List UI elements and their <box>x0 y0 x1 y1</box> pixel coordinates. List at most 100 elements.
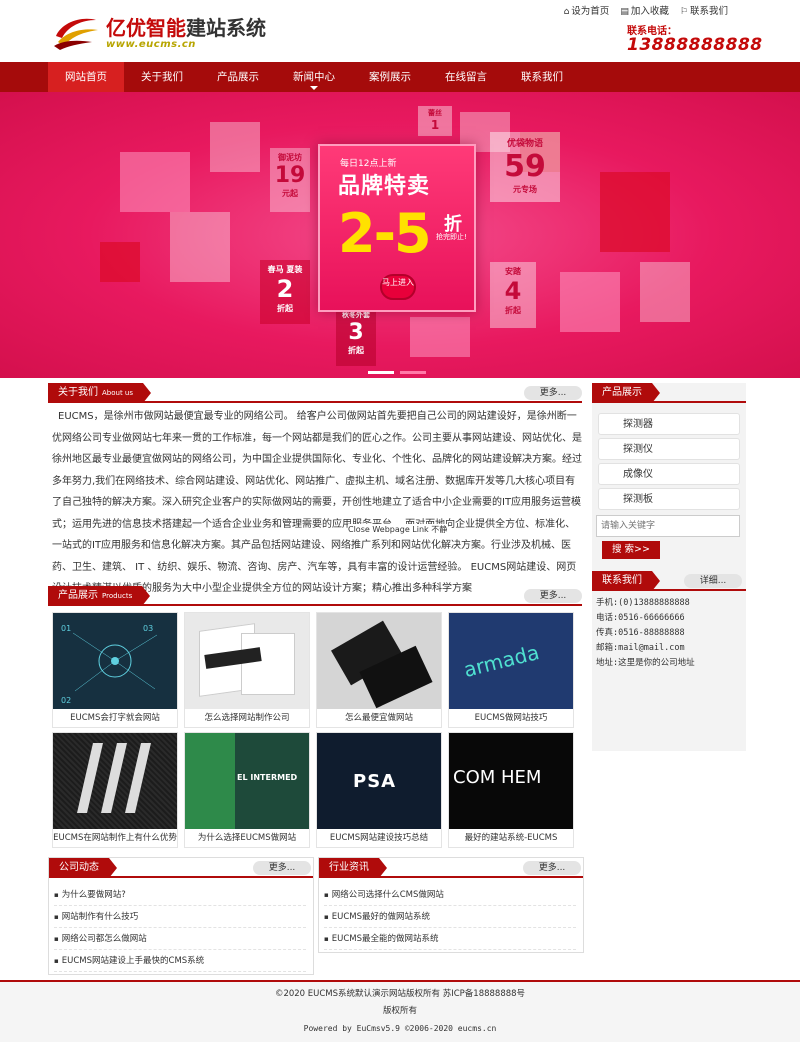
product-image: 01 03 02 <box>53 613 177 709</box>
overlay-tooltip: Close Webpage Link 不静 <box>348 524 448 535</box>
product-caption: 怎么选择网站制作公司 <box>204 713 290 723</box>
product-card[interactable]: 怎么最便宜做网站 <box>316 612 442 728</box>
banner-dot[interactable] <box>368 371 394 374</box>
product-caption: EUCMS网站建设技巧总结 <box>329 833 429 843</box>
logo-title: 亿优智能建站系统 <box>106 16 266 40</box>
about-section-title: 关于我们 About us <box>48 383 152 403</box>
logo-swirl-icon <box>54 18 98 50</box>
news-item[interactable]: 网络公司都怎么做网站 <box>54 928 306 950</box>
news-item[interactable]: 为什么要做网站? <box>54 884 306 906</box>
nav-item-message[interactable]: 在线留言 <box>428 62 504 92</box>
contact-phone: 电话:0516-66666666 <box>596 613 685 623</box>
banner-tile <box>600 172 670 252</box>
product-card[interactable]: PSA EUCMS网站建设技巧总结 <box>316 732 442 848</box>
industry-news-more-button[interactable]: 更多... <box>523 861 581 875</box>
news-item[interactable]: 网络公司选择什么CMS做网站 <box>324 884 576 906</box>
category-item[interactable]: 成像仪 <box>598 463 740 485</box>
product-image: PSA <box>317 733 441 829</box>
sidebar-contact-title: 联系我们 <box>592 571 660 591</box>
news-item[interactable]: 网站制作有什么技巧 <box>54 906 306 928</box>
banner-tile <box>560 272 620 332</box>
product-card[interactable]: 01 03 02 EUCMS会打字就会网站 <box>52 612 178 728</box>
banner-dot[interactable] <box>400 371 426 374</box>
sidebar: 产品展示 探测器 探测仪 成像仪 探测板 搜 索>> 联系我们 详细... 手机… <box>592 383 746 751</box>
set-homepage-link[interactable]: ⌂ 设为首页 <box>564 6 610 17</box>
search-input[interactable] <box>596 515 740 537</box>
site-footer: ©2020 EUCMS系统默认演示网站版权所有 苏ICP备18888888号 版… <box>0 980 800 1042</box>
main-nav: 网站首页 关于我们 产品展示 新闻中心 案例展示 在线留言 联系我们 <box>0 62 800 92</box>
nav-item-products[interactable]: 产品展示 <box>200 62 276 92</box>
contact-info: 手机:(0)13888888888 电话:0516-66666666 传真:05… <box>596 596 695 671</box>
product-image: armada <box>449 613 573 709</box>
news-item[interactable]: EUCMS网站建设上手最快的CMS系统 <box>54 950 306 972</box>
about-text: EUCMS，是徐州市做网站最便宜最专业的网络公司。 给客户公司做网站首先要把自己… <box>52 411 582 594</box>
site-logo[interactable]: 亿优智能建站系统 www.eucms.cn <box>50 10 266 54</box>
search-button[interactable]: 搜 索>> <box>602 541 660 559</box>
product-image: EL INTERMED <box>185 733 309 829</box>
contact-icon: ⚐ <box>679 7 688 17</box>
nav-item-contact[interactable]: 联系我们 <box>504 62 580 92</box>
nav-item-home[interactable]: 网站首页 <box>48 62 124 92</box>
contact-us-link[interactable]: ⚐ 联系我们 <box>680 6 728 17</box>
news-item[interactable]: EUCMS最好的做网站系统 <box>324 906 576 928</box>
company-news-title: 公司动态 <box>49 858 117 878</box>
category-item[interactable]: 探测仪 <box>598 438 740 460</box>
add-favorite-link[interactable]: ▤ 加入收藏 <box>620 6 669 17</box>
promo-card[interactable]: 每日12点上新 品牌特卖 2-5 折 抢完即止! 马上进入 <box>318 144 476 312</box>
industry-news-box: 行业资讯 更多... 网络公司选择什么CMS做网站 EUCMS最好的做网站系统 … <box>318 857 584 953</box>
contact-mobile: 手机:(0)13888888888 <box>596 598 690 608</box>
promo-subtitle: 抢完即止! <box>436 233 467 241</box>
product-card[interactable]: armada EUCMS做网站技巧 <box>448 612 574 728</box>
product-caption: 为什么选择EUCMS做网站 <box>197 833 297 843</box>
product-card[interactable]: 怎么选择网站制作公司 <box>184 612 310 728</box>
product-caption: 怎么最便宜做网站 <box>344 713 413 723</box>
products-section-header: 产品展示 Products 更多... <box>48 586 582 606</box>
nav-item-about[interactable]: 关于我们 <box>124 62 200 92</box>
promo-discount: 2-5 <box>338 202 432 265</box>
sidebar-products-title: 产品展示 <box>592 383 660 403</box>
banner-side-card: 春马 夏装 2 折起 <box>260 260 310 324</box>
svg-text:01: 01 <box>61 624 71 633</box>
contact-email: 邮箱:mail@mail.com <box>596 643 685 653</box>
category-item[interactable]: 探测器 <box>598 413 740 435</box>
about-more-button[interactable]: 更多... <box>524 386 582 400</box>
footer-copyright: ©2020 EUCMS系统默认演示网站版权所有 苏ICP备18888888号 <box>274 989 526 999</box>
product-image: COM HEM <box>449 733 573 829</box>
company-news-more-button[interactable]: 更多... <box>253 861 311 875</box>
banner-tile <box>120 152 190 212</box>
banner-side-card: 秋冬外套 3 折起 <box>336 306 376 366</box>
industry-news-list: 网络公司选择什么CMS做网站 EUCMS最好的做网站系统 EUCMS最全能的做网… <box>324 884 576 950</box>
industry-news-title: 行业资讯 <box>319 858 387 878</box>
product-card[interactable]: EL INTERMED 为什么选择EUCMS做网站 <box>184 732 310 848</box>
nav-item-news[interactable]: 新闻中心 <box>276 62 352 92</box>
sidebar-products-header: 产品展示 <box>592 383 746 403</box>
company-news-header: 公司动态 更多... <box>49 858 313 878</box>
contact-fax: 传真:0516-88888888 <box>596 628 685 638</box>
promo-card-title: 品牌特卖 <box>338 174 431 199</box>
phone-number: 13888888888 <box>627 35 763 55</box>
footer-powered-by: Powered by EuCmsv5.9 ©2006-2020 eucms.cn <box>303 1024 497 1033</box>
product-card[interactable]: COM HEM 最好的建站系统-EUCMS <box>448 732 574 848</box>
product-image <box>317 613 441 709</box>
footer-rights: 版权所有 <box>382 1006 417 1016</box>
nav-item-cases[interactable]: 案例展示 <box>352 62 428 92</box>
category-item[interactable]: 探测板 <box>598 488 740 510</box>
banner-side-card: 安踏 4 折起 <box>490 262 536 328</box>
promo-enter-button[interactable]: 马上进入 <box>380 274 416 300</box>
site-header: 亿优智能建站系统 www.eucms.cn ⌂ 设为首页 ▤ 加入收藏 ⚐ 联系我们 … <box>0 0 800 62</box>
banner-tile <box>410 317 470 357</box>
product-image <box>185 613 309 709</box>
top-links: ⌂ 设为首页 ▤ 加入收藏 ⚐ 联系我们 <box>556 3 728 17</box>
hero-banner[interactable]: 御泥坊 19 元起 优袋物语 59 元专场 春马 夏装 2 折起 安踏 4 折起… <box>0 92 800 378</box>
banner-tile <box>640 262 690 322</box>
contact-more-button[interactable]: 详细... <box>684 574 742 588</box>
favorite-icon: ▤ <box>620 7 629 17</box>
banner-pager <box>368 371 432 374</box>
page: 亿优智能建站系统 www.eucms.cn ⌂ 设为首页 ▤ 加入收藏 ⚐ 联系我们 … <box>0 0 800 1042</box>
news-item[interactable]: EUCMS最全能的做网站系统 <box>324 928 576 950</box>
svg-text:02: 02 <box>61 696 71 705</box>
banner-side-card: 优袋物语 59 元专场 <box>490 132 560 202</box>
product-caption: EUCMS在网站制作上有什么优势 <box>53 833 177 843</box>
products-more-button[interactable]: 更多... <box>524 589 582 603</box>
product-card[interactable]: EUCMS在网站制作上有什么优势 <box>52 732 178 848</box>
